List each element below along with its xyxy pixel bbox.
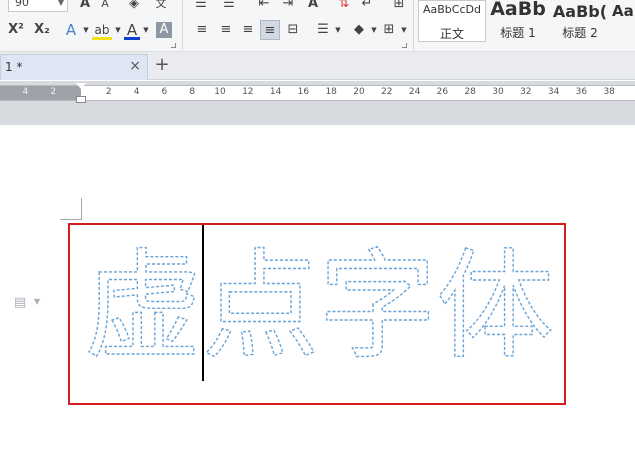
dashed-text: 虚点字体 — [84, 239, 554, 375]
text-box[interactable]: 虚点字体 — [68, 223, 566, 405]
ruler-left-margin: 42 — [0, 86, 81, 100]
text-direction-icon[interactable]: A — [302, 0, 324, 14]
subscript-button[interactable]: X₂ — [32, 20, 52, 40]
style-label: 正文 — [439, 27, 464, 41]
chevron-down-icon[interactable]: ▼ — [400, 20, 408, 40]
style-label: 标题 1 — [500, 26, 536, 40]
ruler-number: 34 — [547, 87, 560, 97]
ruler-number: 12 — [242, 87, 254, 97]
ruler-number: 30 — [492, 87, 504, 97]
ruler-number: 4 — [22, 87, 29, 97]
ruler-number: 38 — [603, 87, 615, 97]
text-cursor — [202, 225, 204, 381]
style-normal[interactable]: AaBbCcDd 正文 — [418, 0, 486, 42]
bullet-list-icon[interactable]: ☰ — [190, 0, 212, 14]
ribbon-separator — [182, 0, 183, 50]
shrink-font-button[interactable]: A — [98, 0, 112, 14]
ruler-number: 32 — [520, 87, 532, 97]
chevron-down-icon: ▼ — [57, 0, 64, 7]
ruler-number: 2 — [105, 87, 112, 97]
numbered-list-icon[interactable]: ☰ — [218, 0, 240, 14]
style-preview: AaBb( — [552, 2, 608, 21]
increase-indent-icon[interactable]: ⇥ — [278, 0, 298, 14]
highlight-button[interactable]: ab — [92, 20, 112, 40]
phonetic-button[interactable]: 文 — [150, 0, 172, 14]
chevron-down-icon[interactable]: ▼ — [114, 20, 122, 40]
line-spacing-icon[interactable]: ☰ — [314, 20, 332, 40]
grow-font-button[interactable]: A — [78, 0, 92, 14]
style-label: 标题 2 — [562, 26, 598, 40]
font-dialog-launcher-icon[interactable] — [171, 43, 176, 48]
table-icon[interactable]: ⊞ — [390, 0, 408, 14]
ruler-number: 14 — [269, 87, 282, 97]
style-preview: Aa — [612, 2, 634, 20]
ruler-number: 10 — [214, 87, 226, 97]
ruler-number: 8 — [189, 87, 196, 97]
paragraph-dialog-launcher-icon[interactable] — [402, 43, 407, 48]
document-page[interactable]: ▤ ▼ 虚点字体 — [0, 125, 635, 457]
style-heading-2[interactable]: AaBb( 标题 2 — [550, 0, 610, 42]
chevron-down-icon[interactable]: ▼ — [370, 20, 378, 40]
ruler-number: 16 — [297, 87, 310, 97]
left-indent-marker[interactable] — [76, 96, 86, 103]
ruler-number: 20 — [353, 87, 365, 97]
font-size-value: 90 — [15, 0, 29, 9]
document-tab-title: 1 * — [5, 60, 23, 74]
close-icon[interactable]: × — [129, 58, 141, 74]
ribbon-separator — [413, 0, 414, 50]
text-effect-button[interactable]: A — [62, 20, 80, 40]
justify-icon[interactable]: ≡ — [260, 20, 280, 40]
chevron-down-icon[interactable]: ▼ — [82, 20, 90, 40]
dashed-text-art: 虚点字体 — [83, 239, 554, 376]
ruler-number: 36 — [575, 87, 588, 97]
show-marks-icon[interactable]: ↵ — [360, 0, 374, 14]
horizontal-ruler[interactable]: 42 2 4 6 8 10 12 14 16 18 20 22 24 26 28 30 32 34 36 38 — [0, 83, 635, 103]
ruler-number: 18 — [325, 87, 337, 97]
font-size-select[interactable]: 90 ▼ — [8, 0, 68, 12]
first-line-indent-marker[interactable] — [76, 83, 86, 89]
margin-corner-mark — [60, 198, 82, 220]
paragraph-layout-icon[interactable]: ▤ — [14, 295, 26, 310]
ribbon-toolbar: 90 ▼ A A ◈ 文 ☰ ☰ ⇤ ⇥ A ⇅ ↵ ⊞ X² X₂ A ▼ a… — [0, 0, 635, 52]
char-shading-button[interactable]: A — [156, 22, 172, 38]
ruler-number: 24 — [408, 87, 421, 97]
align-left-icon[interactable]: ≡ — [194, 20, 210, 40]
distributed-icon[interactable]: ⊟ — [284, 20, 302, 40]
superscript-button[interactable]: X² — [6, 20, 26, 40]
font-color-button[interactable]: A — [124, 20, 140, 40]
style-preview: AaBb — [490, 0, 546, 20]
style-heading-3[interactable]: Aa — [612, 0, 635, 42]
style-heading-1[interactable]: AaBb 标题 1 — [488, 0, 548, 42]
paragraph-shading-icon[interactable]: ◆ — [350, 20, 368, 40]
chevron-down-icon[interactable]: ▼ — [334, 20, 342, 40]
border-icon[interactable]: ⊞ — [380, 20, 398, 40]
chevron-down-icon[interactable]: ▼ — [34, 297, 40, 306]
ruler-number: 28 — [464, 87, 476, 97]
style-gallery: AaBbCcDd 正文 AaBb 标题 1 AaBb( 标题 2 Aa — [418, 0, 635, 42]
sort-icon[interactable]: ⇅ — [336, 0, 352, 14]
clear-format-icon[interactable]: ◈ — [126, 0, 142, 14]
ruler-number: 6 — [161, 87, 168, 97]
align-right-icon[interactable]: ≡ — [240, 20, 256, 40]
ruler-number: 4 — [133, 87, 140, 97]
align-center-icon[interactable]: ≡ — [218, 20, 234, 40]
style-preview: AaBbCcDd — [423, 3, 481, 16]
document-tab[interactable]: 1 * × — [0, 54, 148, 80]
chevron-down-icon[interactable]: ▼ — [142, 20, 150, 40]
add-tab-icon[interactable]: + — [152, 55, 172, 75]
decrease-indent-icon[interactable]: ⇤ — [254, 0, 274, 14]
document-tab-bar: 1 * × + — [0, 52, 635, 80]
ruler-number: 22 — [381, 87, 393, 97]
ruler-number: 26 — [436, 87, 449, 97]
ruler-area: 42 2 4 6 8 10 12 14 16 18 20 22 24 26 28 30 32 34 36 38 — [0, 81, 635, 125]
ruler-number: 2 — [50, 87, 57, 97]
